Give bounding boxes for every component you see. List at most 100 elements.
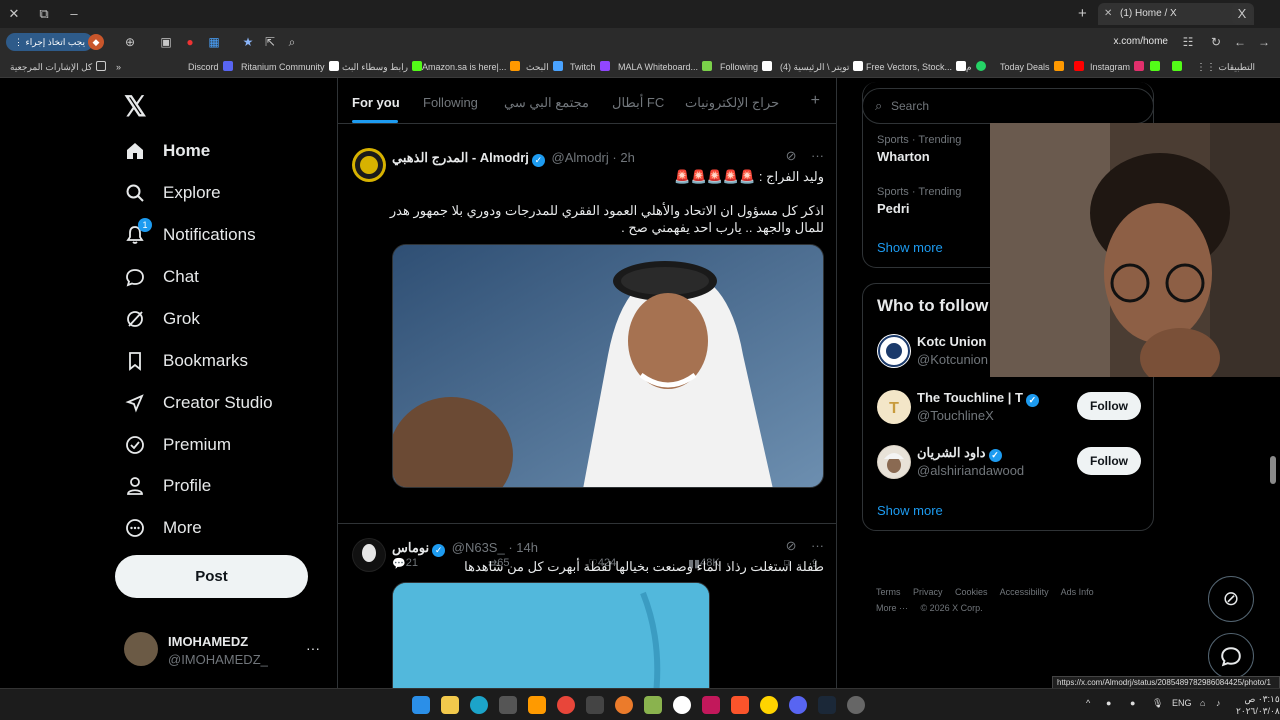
- bookmark-instagram[interactable]: Instagram: [1090, 60, 1145, 74]
- footer-privacy[interactable]: Privacy: [913, 587, 943, 597]
- nav-explore[interactable]: Explore: [124, 178, 221, 208]
- follow-button[interactable]: Follow: [1077, 447, 1141, 475]
- brave-taskbar-icon[interactable]: [731, 696, 749, 714]
- bookmark-twitter-home[interactable]: تويتر \ الرئيسية (4): [780, 60, 864, 74]
- bookmark-twitch[interactable]: Twitch: [570, 60, 610, 74]
- tweet-author[interactable]: المدرج الذهبي - Almodrj: [392, 150, 529, 165]
- chevron-icon[interactable]: »: [116, 60, 121, 74]
- bookmark-discord[interactable]: Discord: [188, 60, 233, 74]
- forward-icon[interactable]: ←: [1232, 34, 1248, 50]
- follow-suggestion[interactable]: T The Touchline | T ✓ @TouchlineX Follow: [877, 388, 1141, 428]
- youtube-icon[interactable]: [1070, 60, 1084, 74]
- nav-creator-studio[interactable]: Creator Studio: [124, 388, 273, 418]
- back-icon[interactable]: →: [1256, 34, 1272, 50]
- browser-tab[interactable]: ✕ (1) Home / X X: [1098, 3, 1254, 25]
- bookmark-all[interactable]: كل الإشارات المرجعية: [10, 60, 107, 74]
- bookmark-amazon[interactable]: Amazon.sa is here|...: [422, 60, 521, 74]
- bookmark-ritanium[interactable]: Ritanium Community: [241, 60, 339, 74]
- nav-premium[interactable]: Premium: [124, 430, 231, 460]
- x-logo-icon[interactable]: 𝕏: [124, 90, 147, 123]
- store-icon[interactable]: [499, 696, 517, 714]
- bookmark-search[interactable]: البحث: [526, 60, 563, 74]
- affinity-icon[interactable]: [702, 696, 720, 714]
- star-icon[interactable]: ★: [240, 34, 256, 50]
- restore-icon[interactable]: ⧉: [34, 4, 54, 24]
- obs-icon[interactable]: [673, 696, 691, 714]
- illustrator-icon[interactable]: [528, 696, 546, 714]
- footer-more[interactable]: More ···: [876, 603, 908, 613]
- nav-bookmarks[interactable]: Bookmarks: [124, 346, 248, 376]
- account-switcher[interactable]: IMOHAMEDZ @IMOHAMEDZ_ ···: [124, 632, 320, 670]
- tune-icon[interactable]: ☷: [1180, 34, 1196, 50]
- x-app-icon[interactable]: X: [1232, 4, 1252, 24]
- address-bar[interactable]: x.com/home: [1114, 34, 1168, 50]
- tab-electronics[interactable]: حراج الإلكترونيات: [685, 95, 779, 111]
- avatar[interactable]: [352, 148, 386, 182]
- kick-icon[interactable]: [1146, 60, 1160, 74]
- follow-button[interactable]: Follow: [1077, 392, 1141, 420]
- bookmark-freevectors[interactable]: Free Vectors, Stock...: [866, 60, 967, 74]
- tweet[interactable]: المدرج الذهبي - Almodrj ✓ @Almodrj · 2h ⊘…: [338, 136, 836, 570]
- show-more-link[interactable]: Show more: [877, 240, 943, 255]
- nav-home[interactable]: Home: [124, 136, 210, 166]
- steam-icon[interactable]: [818, 696, 836, 714]
- tray-app-icon[interactable]: ●: [1106, 698, 1111, 708]
- post-button[interactable]: Post: [115, 555, 308, 598]
- page-scrollbar[interactable]: [1270, 456, 1276, 484]
- more-dots-icon[interactable]: ···: [811, 148, 824, 163]
- record-icon[interactable]: ●: [182, 34, 198, 50]
- bookmark-m[interactable]: م: [966, 60, 986, 74]
- tab-following[interactable]: Following: [423, 95, 478, 110]
- tweet-handle[interactable]: @Almodrj: [552, 150, 609, 165]
- tweet-image[interactable]: [392, 582, 710, 688]
- taskbar-clock[interactable]: ٠٣:١٥ ص ٢٠٢٦/٠٣/٠٨: [1236, 693, 1280, 717]
- extension-icon[interactable]: ⊕: [122, 34, 138, 50]
- calendar-icon[interactable]: [586, 696, 604, 714]
- tweet-time[interactable]: 2h: [620, 150, 634, 165]
- bookmark-apps[interactable]: ⋮⋮ التطبيقات: [1196, 60, 1255, 75]
- grok-fab-button[interactable]: ⊘: [1208, 576, 1254, 622]
- footer-ads-info[interactable]: Ads Info: [1061, 587, 1094, 597]
- nav-notifications[interactable]: 1 Notifications: [124, 218, 256, 250]
- tab-close-icon[interactable]: ✕: [1104, 3, 1112, 25]
- action-required-button[interactable]: ⋮ يجب اتخاذ إجراء: [6, 33, 93, 51]
- tweet[interactable]: نوماس ✓ @N63S_ · 14h ⊘ ··· طفلة استغلت رذ…: [338, 526, 836, 688]
- app-icon[interactable]: [644, 696, 662, 714]
- tweet-author[interactable]: نوماس: [392, 540, 429, 555]
- bookmark-stream-keys[interactable]: رابط وسطاء البث: [342, 60, 422, 74]
- share-icon[interactable]: ⇱: [262, 34, 278, 50]
- zoom-icon[interactable]: ⌕: [284, 34, 300, 50]
- bookmark-following[interactable]: Following: [720, 60, 773, 74]
- tab-fc-champions[interactable]: أبطال FC: [612, 95, 664, 111]
- start-icon[interactable]: [412, 696, 430, 714]
- more-dots-icon[interactable]: ···: [306, 640, 320, 656]
- add-tab-icon[interactable]: +: [811, 92, 820, 110]
- bookmark-mala[interactable]: MALA Whiteboard...: [618, 60, 713, 74]
- brave-icon[interactable]: ◆: [88, 34, 104, 50]
- tweet-time[interactable]: 14h: [516, 540, 538, 555]
- nav-grok[interactable]: Grok: [124, 304, 200, 334]
- search-input[interactable]: ⌕ Search: [862, 88, 1154, 124]
- reload-icon[interactable]: ↻: [1208, 34, 1224, 50]
- nav-chat[interactable]: Chat: [124, 262, 199, 292]
- nav-profile[interactable]: Profile: [124, 471, 211, 501]
- trend-item[interactable]: Sports · Trending Pedri: [877, 186, 961, 216]
- grok-icon[interactable]: ⊘: [786, 538, 797, 553]
- footer-accessibility[interactable]: Accessibility: [1000, 587, 1049, 597]
- tweet-image[interactable]: [392, 244, 824, 488]
- new-tab-icon[interactable]: +: [1078, 4, 1087, 24]
- tray-chevron-icon[interactable]: ^: [1086, 698, 1090, 708]
- close-icon[interactable]: ✕: [4, 4, 24, 24]
- chat-fab-button[interactable]: [1208, 633, 1254, 679]
- media-icon[interactable]: [760, 696, 778, 714]
- tab-pc-community[interactable]: مجتمع البي سي: [504, 95, 589, 111]
- kick2-icon[interactable]: [1168, 60, 1182, 74]
- discord-icon[interactable]: [789, 696, 807, 714]
- settings-icon[interactable]: [847, 696, 865, 714]
- puzzle-icon[interactable]: ▣: [158, 34, 174, 50]
- tray-app-icon[interactable]: ●: [1130, 698, 1135, 708]
- show-more-link[interactable]: Show more: [877, 503, 943, 518]
- volume-icon[interactable]: ♪: [1216, 698, 1221, 708]
- file-explorer-icon[interactable]: [441, 696, 459, 714]
- nav-more[interactable]: More: [124, 513, 202, 543]
